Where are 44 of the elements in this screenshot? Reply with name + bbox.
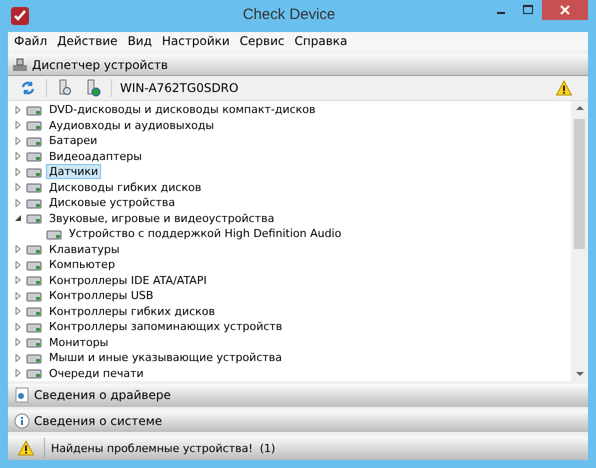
- menu-item[interactable]: Настройки: [160, 34, 238, 48]
- tree-item[interactable]: Очереди печати: [46, 366, 147, 381]
- scrollbar[interactable]: [571, 101, 588, 382]
- tree-item[interactable]: Устройство с поддержкой High Definition Audio: [66, 226, 344, 242]
- menu-item[interactable]: Вид: [126, 34, 160, 48]
- tree-item[interactable]: Компьютер: [46, 257, 118, 272]
- warning-icon: [556, 80, 572, 96]
- tree-item[interactable]: Аудиовходы и аудиовыходы: [46, 118, 218, 133]
- close-icon: [560, 5, 570, 15]
- maximize-icon: [523, 5, 534, 15]
- tree-item[interactable]: Датчики: [46, 164, 102, 180]
- minimize-icon: [497, 12, 506, 14]
- tree-item[interactable]: Батареи: [46, 133, 100, 148]
- tree-item[interactable]: Видеоадаптеры: [46, 148, 145, 164]
- tree-item[interactable]: Клавиатуры: [46, 242, 123, 257]
- panel-title: Сведения о системе: [34, 414, 162, 428]
- section-title: Диспетчер устройств: [32, 58, 168, 72]
- warning-icon: [18, 440, 34, 456]
- window-title: Check Device: [242, 6, 336, 23]
- tree-item[interactable]: Контроллеры гибких дисков: [46, 304, 218, 319]
- tree-item[interactable]: Дисковые устройства: [46, 195, 178, 210]
- tree-item[interactable]: Мониторы: [46, 334, 112, 350]
- tree-item[interactable]: Контроллеры запоминающих устройств: [46, 319, 286, 334]
- menu-item[interactable]: Действие: [55, 34, 126, 48]
- tree-item[interactable]: DVD-дисководы и дисководы компакт-дисков: [46, 102, 319, 118]
- info-icon: [14, 413, 30, 430]
- status-message: Найдены проблемные устройства! (1): [50, 442, 276, 455]
- computer-name: WIN-A762TG0SDRO: [120, 81, 238, 96]
- tree-item[interactable]: Контроллеры USB: [46, 288, 156, 304]
- tree-item[interactable]: Дисководы гибких дисков: [46, 180, 204, 195]
- tree-item[interactable]: Звуковые, игровые и видеоустройства: [46, 210, 278, 226]
- device-manager-icon: [12, 56, 28, 73]
- scrollbar-thumb[interactable]: [574, 119, 585, 250]
- panel-title: Сведения о драйвере: [34, 388, 171, 402]
- scroll-up-arrow-icon[interactable]: [576, 105, 584, 112]
- menu-item[interactable]: Файл: [12, 34, 56, 48]
- menu-item[interactable]: Сервис: [238, 34, 293, 48]
- menu-item[interactable]: Справка: [292, 34, 356, 48]
- app-icon: [10, 6, 30, 26]
- close-button[interactable]: [542, 0, 588, 20]
- scroll-down-arrow-icon[interactable]: [576, 371, 584, 378]
- collapsible-panel[interactable]: Сведения о драйвере: [8, 381, 588, 407]
- tree-item[interactable]: Контроллеры IDE ATA/ATAPI: [46, 272, 210, 288]
- tree-item[interactable]: Мыши и иные указывающие устройства: [46, 350, 286, 366]
